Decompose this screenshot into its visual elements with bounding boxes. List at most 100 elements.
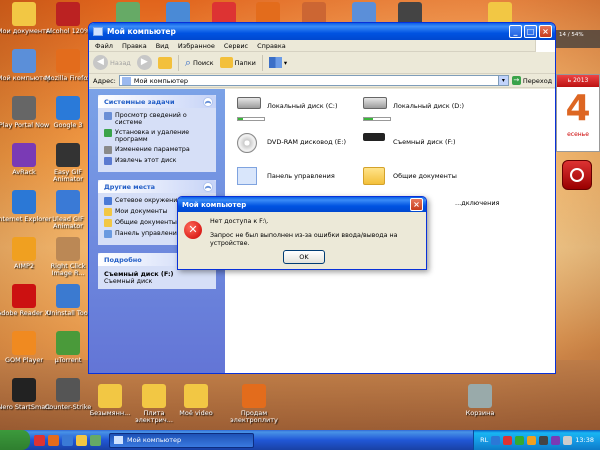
app-icon — [56, 143, 80, 167]
menu-item[interactable]: Сервис — [224, 42, 248, 50]
item-partial[interactable]: ...дключения — [455, 199, 499, 207]
folders-icon — [219, 57, 233, 68]
desktop-icon[interactable]: Продам электроплиту — [226, 384, 282, 425]
quick-launch-icon[interactable] — [48, 434, 59, 446]
system-monitor-widget: 14 / 54% — [556, 30, 600, 48]
app-icon — [12, 378, 36, 402]
task-link[interactable]: Просмотр сведений о системе — [104, 112, 212, 126]
computer-icon — [114, 436, 123, 444]
desktop-icon[interactable]: Корзина — [452, 384, 508, 417]
menu-item[interactable]: Вид — [156, 42, 169, 50]
address-label: Адрес: — [93, 76, 116, 85]
disk-usage-bar — [237, 117, 265, 121]
quick-launch-icon[interactable] — [90, 434, 101, 446]
taskbar-button-my-computer[interactable]: Мой компьютер — [109, 432, 254, 448]
drive-icon — [237, 97, 265, 121]
app-icon — [12, 49, 36, 73]
task-label: Изменение параметра — [115, 146, 190, 153]
item-drive[interactable]: Локальный диск (C:) — [237, 97, 338, 121]
chevron-down-icon[interactable]: ▾ — [497, 76, 508, 85]
taskbar: Мой компьютер RL 13:38 — [0, 430, 600, 450]
menu-item[interactable]: Справка — [257, 42, 286, 50]
system-tasks-panel: Системные задачи ︽ Просмотр сведений о с… — [98, 95, 216, 172]
desktop-icon[interactable]: Моё video — [168, 384, 224, 417]
language-indicator[interactable]: RL — [480, 436, 488, 444]
quick-launch-icon[interactable] — [76, 434, 87, 446]
tray-icon[interactable] — [563, 435, 573, 445]
up-button[interactable] — [157, 56, 172, 69]
computer-icon — [93, 27, 103, 36]
tray-icon[interactable] — [491, 435, 501, 445]
window-titlebar[interactable]: Мой компьютер _ □ × — [89, 23, 555, 40]
toolbar-separator — [177, 54, 179, 71]
computer-icon — [121, 76, 131, 85]
other-places-header[interactable]: Другие места ︽ — [98, 180, 216, 193]
start-button[interactable] — [0, 430, 30, 450]
error-dialog[interactable]: Мой компьютер × ✕ Нет доступа к F:\. Зап… — [177, 196, 427, 270]
menu-item[interactable]: Избранное — [178, 42, 215, 50]
item-label: Локальный диск (C:) — [267, 102, 338, 110]
folder-icon — [184, 384, 208, 408]
app-icon — [12, 190, 36, 214]
app-icon — [12, 284, 36, 308]
task-label: Общие документы — [115, 219, 177, 226]
collapse-icon[interactable]: ︽ — [203, 96, 213, 107]
ok-button[interactable]: OK — [283, 250, 325, 264]
item-drive[interactable]: Локальный диск (D:) — [363, 97, 464, 121]
folder-icon — [363, 167, 387, 185]
search-button[interactable]: ⌕ Поиск — [185, 56, 214, 70]
item-cp[interactable]: Панель управления — [237, 167, 335, 185]
folders-button[interactable]: Папки — [219, 57, 256, 68]
quick-launch — [30, 434, 101, 446]
hard-drive-icon — [237, 97, 261, 109]
minimize-button[interactable]: _ — [509, 25, 522, 38]
quick-launch-icon[interactable] — [34, 434, 45, 446]
forward-button[interactable]: ▶ — [136, 55, 152, 70]
close-button[interactable]: × — [539, 25, 552, 38]
item-folder[interactable]: Общие документы — [363, 167, 457, 185]
menu-item[interactable]: Правка — [122, 42, 147, 50]
dialog-titlebar[interactable]: Мой компьютер × — [178, 197, 426, 212]
calendar-widget[interactable]: ь 2013 4 есенье — [556, 74, 600, 152]
hard-drive-icon — [363, 97, 387, 109]
clock[interactable]: 13:38 — [575, 436, 594, 444]
task-link[interactable]: Извлечь этот диск — [104, 157, 212, 165]
task-link[interactable]: Изменение параметра — [104, 146, 212, 154]
quick-launch-icon[interactable] — [62, 434, 73, 446]
maximize-button[interactable]: □ — [524, 25, 537, 38]
calendar-weekday: есенье — [567, 131, 589, 138]
go-button[interactable]: → Переход — [511, 76, 552, 85]
toolbar: ◀ Назад ▶ ⌕ Поиск Папки ▾ — [89, 52, 555, 74]
app-icon — [56, 378, 80, 402]
task-link[interactable]: Установка и удаление программ — [104, 129, 212, 143]
menu-item[interactable]: Файл — [95, 42, 113, 50]
app-icon — [56, 237, 80, 261]
app-icon — [12, 2, 36, 26]
collapse-icon[interactable]: ︽ — [203, 181, 213, 192]
app-icon — [56, 331, 80, 355]
tray-icon[interactable] — [503, 435, 513, 445]
item-label: Панель управления — [267, 172, 335, 180]
system-tasks-header[interactable]: Системные задачи ︽ — [98, 95, 216, 108]
disk-usage-bar — [363, 117, 391, 121]
item-dvd[interactable]: DVD-RAM дисковод (E:) — [237, 133, 346, 153]
back-button[interactable]: ◀ Назад — [93, 55, 131, 70]
window-title: Мой компьютер — [107, 27, 176, 36]
recycle-bin-icon — [468, 384, 492, 408]
toolbar-separator — [261, 54, 263, 71]
power-button-widget[interactable] — [562, 160, 592, 190]
dvd-drive-icon — [237, 133, 257, 153]
views-button[interactable]: ▾ — [268, 57, 287, 68]
app-icon — [12, 96, 36, 120]
dialog-close-button[interactable]: × — [410, 198, 423, 211]
power-icon — [570, 168, 584, 182]
address-input[interactable]: Мой компьютер ▾ — [118, 75, 509, 86]
tray-icon[interactable] — [515, 435, 525, 445]
item-usb[interactable]: Съемный диск (F:) — [363, 133, 456, 151]
tray-icon[interactable] — [539, 435, 549, 445]
control-panel-icon — [237, 167, 257, 185]
go-arrow-icon: → — [511, 76, 521, 85]
task-icon — [104, 112, 112, 120]
tray-icon[interactable] — [551, 435, 561, 445]
tray-icon[interactable] — [527, 435, 537, 445]
